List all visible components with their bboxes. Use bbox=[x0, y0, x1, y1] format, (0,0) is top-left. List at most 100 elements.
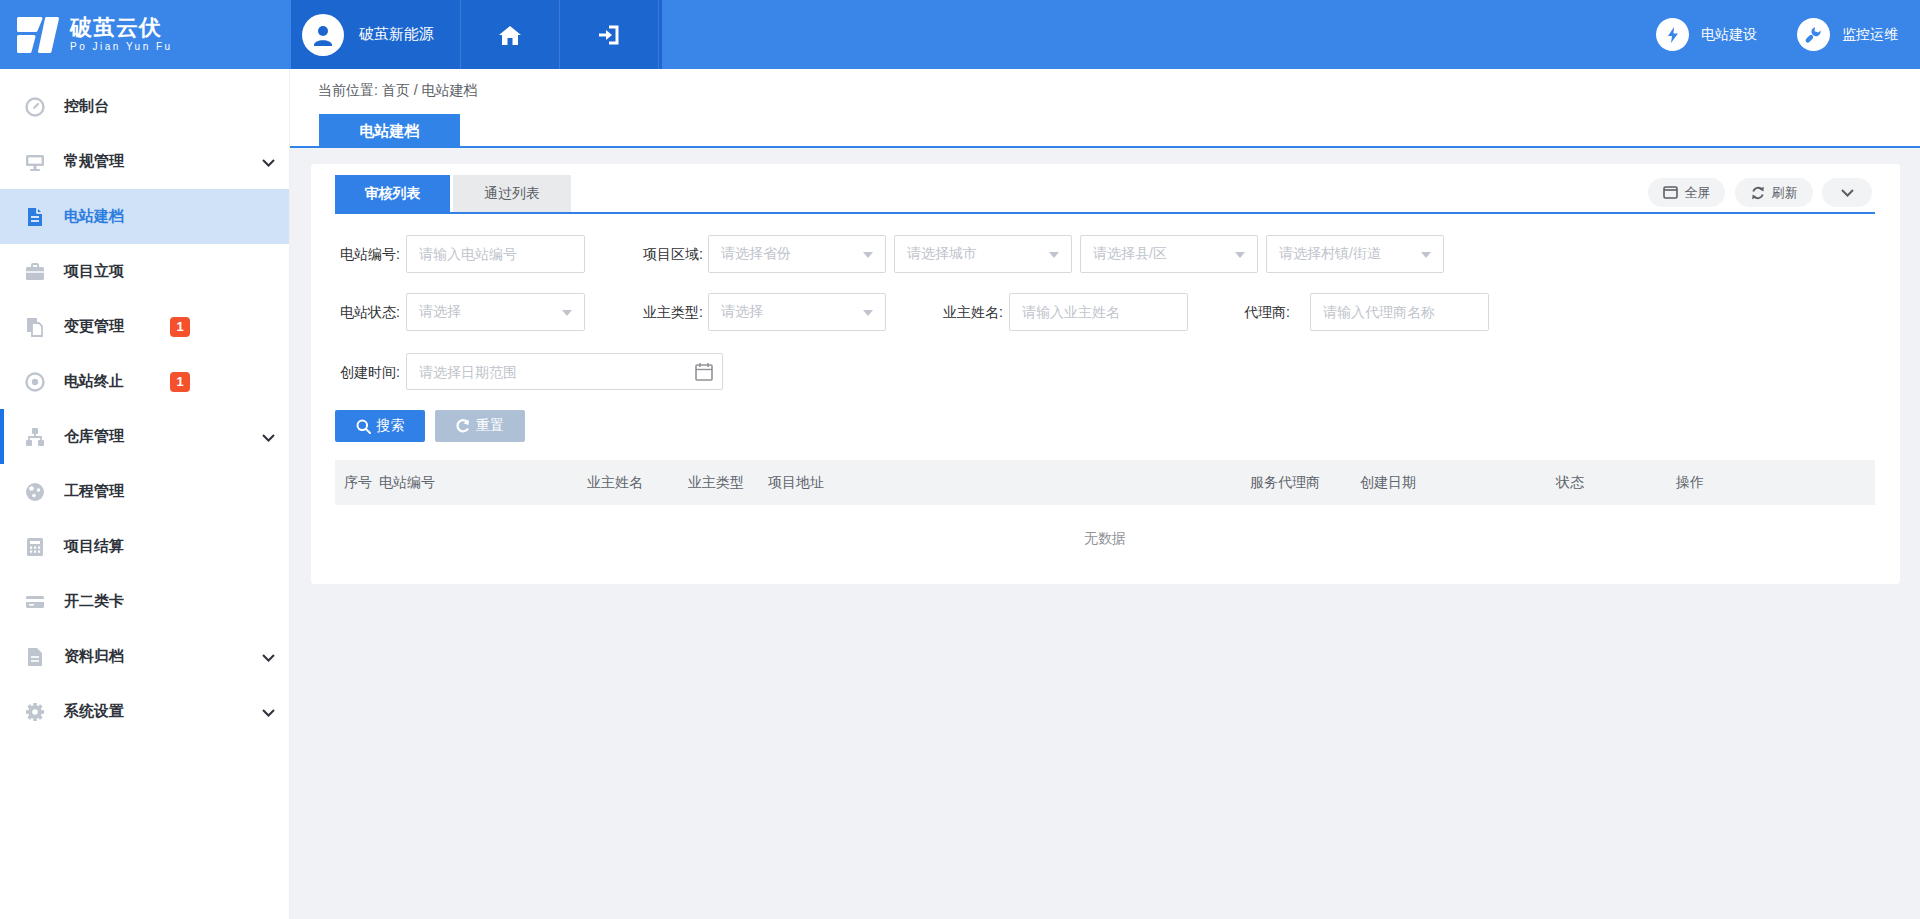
copy-icon bbox=[24, 316, 46, 338]
col-actions: 操作 bbox=[1676, 460, 1704, 505]
user-menu[interactable]: 破茧新能源 bbox=[291, 0, 461, 69]
breadcrumb: 当前位置: 首页 / 电站建档 bbox=[318, 82, 477, 100]
city-select[interactable]: 请选择城市 bbox=[894, 235, 1072, 273]
owner-type-select[interactable]: 请选择 bbox=[708, 293, 886, 331]
col-index: 序号 bbox=[344, 460, 372, 505]
card-icon bbox=[24, 591, 46, 613]
badge-count: 1 bbox=[170, 372, 190, 392]
sitemap-icon bbox=[24, 426, 46, 448]
col-status: 状态 bbox=[1556, 460, 1584, 505]
owner-name-input[interactable] bbox=[1009, 293, 1188, 331]
chevron-down-icon bbox=[262, 428, 275, 446]
col-station-no: 电站编号 bbox=[379, 460, 435, 505]
table-header: 序号 电站编号 业主姓名 业主类型 项目地址 服务代理商 创建日期 状态 操作 bbox=[335, 460, 1875, 505]
reset-icon bbox=[456, 419, 470, 433]
breadcrumb-band: 当前位置: 首页 / 电站建档 电站建档 bbox=[290, 69, 1920, 148]
owner-type-label: 业主类型: bbox=[603, 293, 703, 331]
nav-monitor-ops[interactable]: 监控运维 bbox=[1797, 18, 1898, 51]
col-owner-type: 业主类型 bbox=[688, 460, 744, 505]
search-icon bbox=[356, 419, 371, 434]
sidebar-item-warehouse-mgmt[interactable]: 仓库管理 bbox=[0, 409, 289, 464]
nav-monitor-ops-label: 监控运维 bbox=[1842, 26, 1898, 44]
caret-down-icon bbox=[1235, 252, 1245, 258]
archive-icon bbox=[24, 646, 46, 668]
sidebar-item-station-termination[interactable]: 电站终止 1 bbox=[0, 354, 289, 409]
empty-state: 无数据 bbox=[335, 530, 1875, 548]
user-icon bbox=[310, 22, 336, 48]
caret-down-icon bbox=[1049, 252, 1059, 258]
collapse-button[interactable] bbox=[1822, 178, 1872, 207]
chevron-down-icon bbox=[262, 648, 275, 666]
sidebar-item-project-initiation[interactable]: 项目立项 bbox=[0, 244, 289, 299]
page-tab-station-archive[interactable]: 电站建档 bbox=[319, 114, 460, 148]
panel-tabs: 审核列表 通过列表 bbox=[335, 175, 1875, 214]
search-button[interactable]: 搜索 bbox=[335, 410, 425, 442]
header-user-section: 破茧新能源 bbox=[291, 0, 662, 69]
app-header: 破茧云伏 Po Jian Yun Fu 破茧新能源 bbox=[0, 0, 1920, 69]
sidebar-item-project-settlement[interactable]: 项目结算 bbox=[0, 519, 289, 574]
sidebar-item-change-mgmt[interactable]: 变更管理 1 bbox=[0, 299, 289, 354]
col-created: 创建日期 bbox=[1360, 460, 1416, 505]
monitor-icon bbox=[24, 151, 46, 173]
sidebar-item-general-mgmt[interactable]: 常规管理 bbox=[0, 134, 289, 189]
town-select[interactable]: 请选择村镇/街道 bbox=[1266, 235, 1444, 273]
chevron-down-icon bbox=[262, 153, 275, 171]
nav-station-build[interactable]: 电站建设 bbox=[1656, 18, 1757, 51]
chevron-down-icon bbox=[1841, 189, 1854, 197]
home-icon bbox=[498, 24, 522, 46]
caret-down-icon bbox=[1421, 252, 1431, 258]
brand-subtitle: Po Jian Yun Fu bbox=[70, 41, 173, 53]
brand-logo: 破茧云伏 Po Jian Yun Fu bbox=[0, 0, 291, 69]
owner-name-label: 业主姓名: bbox=[903, 293, 1003, 331]
sidebar-item-system-settings[interactable]: 系统设置 bbox=[0, 684, 289, 739]
nav-station-build-label: 电站建设 bbox=[1701, 26, 1757, 44]
sidebar-item-open-card[interactable]: 开二类卡 bbox=[0, 574, 289, 629]
chevron-down-icon bbox=[262, 703, 275, 721]
fullscreen-icon bbox=[1663, 186, 1678, 199]
station-no-label: 电站编号: bbox=[311, 235, 400, 273]
fullscreen-button[interactable]: 全屏 bbox=[1648, 178, 1725, 207]
station-status-label: 电站状态: bbox=[311, 293, 400, 331]
logout-button[interactable] bbox=[560, 0, 659, 69]
region-label: 项目区域: bbox=[603, 235, 703, 273]
reset-button[interactable]: 重置 bbox=[435, 410, 525, 442]
caret-down-icon bbox=[863, 310, 873, 316]
calculator-icon bbox=[24, 536, 46, 558]
agent-input[interactable] bbox=[1310, 293, 1489, 331]
badge-count: 1 bbox=[170, 317, 190, 337]
sidebar-item-console[interactable]: 控制台 bbox=[0, 79, 289, 134]
dashboard-icon bbox=[24, 96, 46, 118]
sidebar-item-data-archive[interactable]: 资料归档 bbox=[0, 629, 289, 684]
caret-down-icon bbox=[863, 252, 873, 258]
pie-icon bbox=[24, 481, 46, 503]
station-status-select[interactable]: 请选择 bbox=[406, 293, 585, 331]
sidebar-item-station-archive[interactable]: 电站建档 bbox=[0, 189, 289, 244]
tab-passed-list[interactable]: 通过列表 bbox=[453, 175, 571, 212]
document-icon bbox=[24, 206, 46, 228]
home-button[interactable] bbox=[461, 0, 560, 69]
briefcase-icon bbox=[24, 261, 46, 283]
col-owner-name: 业主姓名 bbox=[587, 460, 643, 505]
wrench-icon bbox=[1797, 18, 1830, 51]
brand-logo-icon bbox=[15, 15, 61, 55]
created-time-label: 创建时间: bbox=[311, 353, 400, 391]
date-range-input[interactable] bbox=[406, 353, 723, 390]
calendar-icon bbox=[695, 362, 713, 381]
sidebar: 控制台 常规管理 电站建档 项目立项 变更管理 1 电站终止 1 bbox=[0, 69, 290, 919]
gear-icon bbox=[24, 701, 46, 723]
station-no-input[interactable] bbox=[406, 235, 585, 273]
content-panel: 审核列表 通过列表 全屏 刷新 电站编号: 项目区域: 请选择省份 请选择城市 … bbox=[311, 164, 1900, 584]
col-agent: 服务代理商 bbox=[1250, 460, 1320, 505]
province-select[interactable]: 请选择省份 bbox=[708, 235, 886, 273]
brand-title: 破茧云伏 bbox=[70, 16, 173, 40]
refresh-button[interactable]: 刷新 bbox=[1735, 178, 1813, 207]
sidebar-item-engineering-mgmt[interactable]: 工程管理 bbox=[0, 464, 289, 519]
logout-icon bbox=[597, 24, 621, 46]
agent-label: 代理商: bbox=[1190, 293, 1290, 331]
tab-review-list[interactable]: 审核列表 bbox=[335, 175, 450, 212]
avatar bbox=[302, 14, 344, 56]
active-marker bbox=[0, 409, 4, 464]
lightning-icon bbox=[1656, 18, 1689, 51]
refresh-icon bbox=[1751, 186, 1765, 200]
county-select[interactable]: 请选择县/区 bbox=[1080, 235, 1258, 273]
